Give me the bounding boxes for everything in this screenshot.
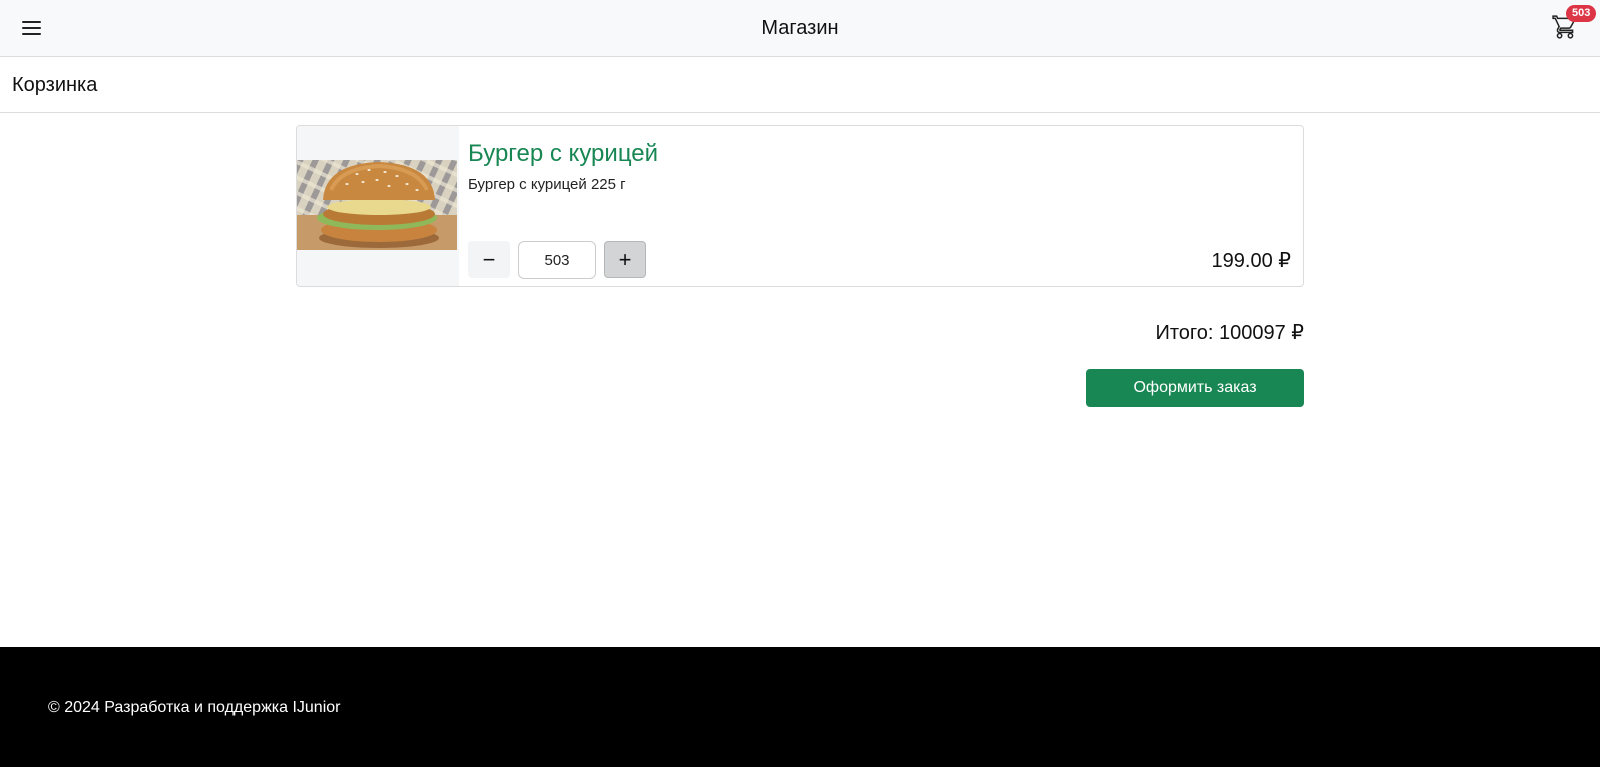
increase-quantity-button[interactable]: +	[604, 241, 646, 278]
product-name[interactable]: Бургер с курицей	[468, 140, 658, 168]
cart-total: Итого: 100097 ₽	[1155, 322, 1304, 344]
page-title: Корзинка	[12, 74, 98, 96]
product-description: Бургер с курицей 225 г	[468, 176, 626, 193]
chicken-burger-photo	[297, 160, 457, 250]
plus-icon: +	[618, 246, 632, 272]
quantity-input[interactable]	[518, 241, 596, 279]
checkout-button[interactable]: Оформить заказ	[1086, 369, 1304, 407]
footer: © 2024 Разработка и поддержка IJunior	[0, 647, 1600, 767]
minus-icon: −	[482, 246, 496, 272]
footer-copyright: © 2024 Разработка и поддержка IJunior	[48, 699, 341, 716]
cart-count-badge: 503	[1566, 5, 1597, 22]
product-price: 199.00 ₽	[1211, 250, 1291, 272]
app-title: Магазин	[761, 17, 839, 39]
top-navbar: Магазин 503	[0, 0, 1600, 57]
cart-item-card: Бургер с курицей Бургер с курицей 225 г …	[296, 125, 1304, 287]
decrease-quantity-button[interactable]: −	[468, 241, 510, 278]
page-header: Корзинка	[0, 57, 1600, 113]
product-image	[297, 126, 459, 286]
